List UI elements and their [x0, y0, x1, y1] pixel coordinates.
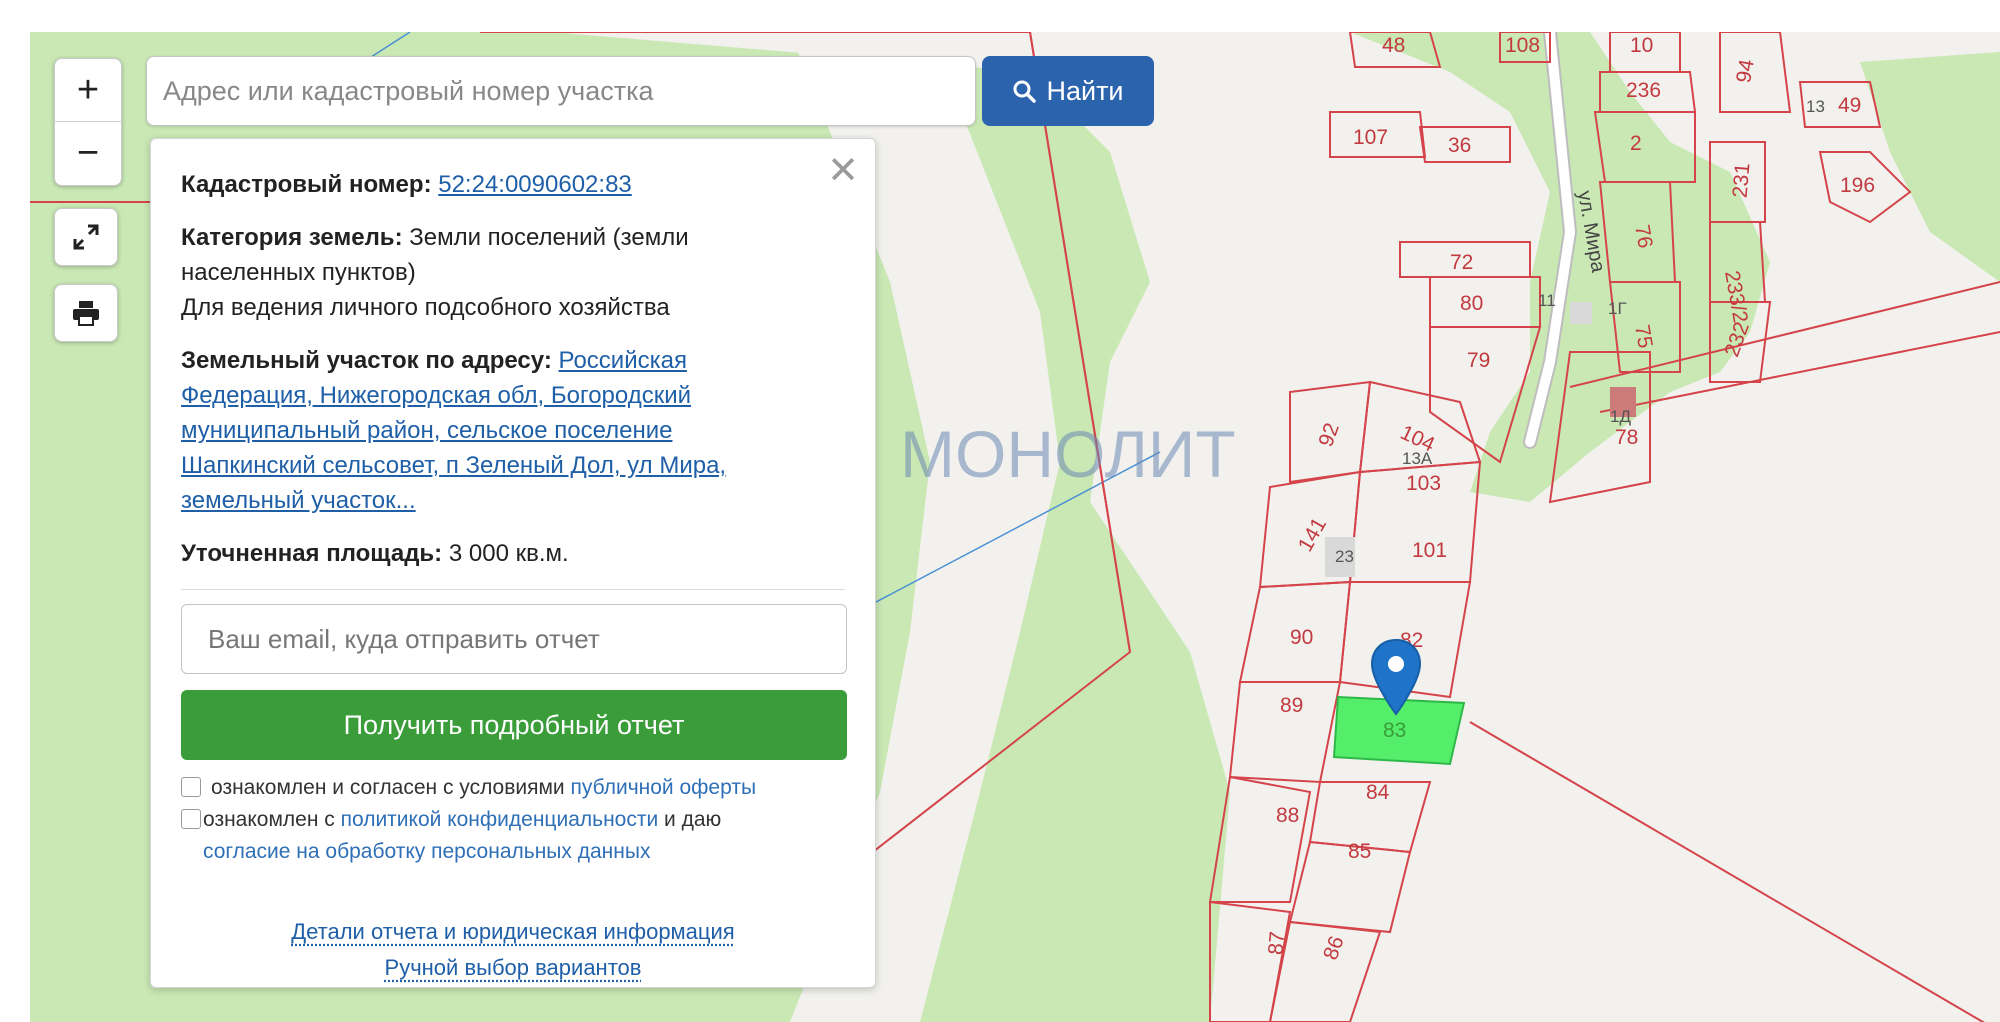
plot-label: 101 [1412, 539, 1447, 562]
privacy-text-2: и даю [664, 808, 722, 831]
plot-label: 89 [1280, 694, 1303, 717]
zoom-out-button[interactable]: − [55, 121, 121, 184]
address-row: Земельный участок по адресу: Российская … [181, 343, 791, 518]
plot-label: 48 [1382, 34, 1405, 57]
privacy-checkbox[interactable] [181, 809, 201, 829]
plot-label: 72 [1450, 251, 1473, 274]
parcel-info-panel: ✕ Кадастровый номер: 52:24:0090602:83 Ка… [150, 138, 876, 988]
close-icon[interactable]: ✕ [827, 151, 859, 191]
plot-label: 1Д [1610, 407, 1631, 426]
area-row: Уточненная площадь: 3 000 кв.м. [181, 536, 845, 571]
plot-label: 10 [1630, 34, 1653, 57]
plot-label: 88 [1276, 804, 1299, 827]
zoom-in-button[interactable]: + [55, 59, 121, 121]
privacy-agreement: ознакомлен с политикой конфиденциальност… [181, 804, 845, 868]
offer-agreement: ознакомлен и согласен с условиями публич… [181, 772, 845, 804]
land-use-value: Для ведения личного подсобного хозяйства [181, 294, 670, 321]
cadastral-number-row: Кадастровый номер: 52:24:0090602:83 [181, 167, 845, 202]
plot-label: 83 [1383, 719, 1406, 742]
plot-label: 236 [1626, 79, 1661, 102]
plot-label: 2 [1630, 132, 1642, 155]
cadastral-number-link[interactable]: 52:24:0090602:83 [438, 171, 632, 198]
plot-label: 108 [1505, 34, 1540, 57]
privacy-text: ознакомлен с [203, 808, 335, 831]
plot-label: 79 [1467, 349, 1490, 372]
plot-label: 84 [1366, 781, 1390, 804]
plot-label: 75 [1630, 323, 1657, 350]
plot-label: 90 [1290, 626, 1313, 649]
area-label: Уточненная площадь: [181, 540, 443, 567]
get-report-button[interactable]: Получить подробный отчет [181, 690, 847, 760]
offer-checkbox[interactable] [181, 777, 201, 797]
search-icon [1013, 80, 1037, 103]
plot-label: 23 [1335, 547, 1354, 566]
plot-label: 80 [1460, 292, 1483, 315]
address-label: Земельный участок по адресу: [181, 347, 552, 374]
plot-label: 49 [1838, 94, 1861, 117]
land-category-label: Категория земель: [181, 224, 403, 251]
plot-label: 107 [1353, 126, 1388, 149]
plot-label: 76 [1630, 223, 1657, 250]
report-details-link[interactable]: Детали отчета и юридическая информация [181, 914, 845, 950]
search-input[interactable] [146, 56, 976, 126]
plot-label: 1Г [1608, 299, 1627, 318]
land-category-row: Категория земель: Земли поселений (земли… [181, 220, 741, 325]
plot-label: 92 [1314, 420, 1344, 450]
expand-icon [73, 224, 99, 250]
plot-label: 36 [1448, 134, 1471, 157]
cadastral-number-label: Кадастровый номер: [181, 171, 432, 198]
manual-selection-link[interactable]: Ручной выбор вариантов [181, 950, 845, 986]
location-marker-icon[interactable] [1370, 638, 1422, 716]
zoom-control: + − [54, 58, 122, 186]
plot-label: 196 [1840, 174, 1875, 197]
privacy-policy-link[interactable]: политикой конфиденциальности [341, 808, 659, 831]
plot-label: 94 [1732, 57, 1759, 84]
plot-label: 78 [1615, 426, 1638, 449]
divider [181, 589, 845, 590]
svg-text:МОНОЛИТ: МОНОЛИТ [900, 417, 1236, 491]
plot-label: 11 [1538, 291, 1556, 310]
email-field[interactable] [181, 604, 847, 674]
printer-icon [73, 301, 99, 326]
plot-label: 231 [1729, 162, 1755, 199]
plot-label: 103 [1406, 472, 1441, 495]
fullscreen-button[interactable] [54, 208, 118, 266]
plot-label: 87 [1264, 931, 1289, 956]
plot-label: 86 [1319, 933, 1349, 963]
search-button[interactable]: Найти [982, 56, 1154, 126]
plot-label: 13А [1402, 449, 1433, 468]
print-button[interactable] [54, 284, 118, 342]
area-value: 3 000 кв.м. [448, 540, 569, 567]
offer-text: ознакомлен и согласен с условиями [211, 776, 565, 799]
public-offer-link[interactable]: публичной оферты [571, 776, 757, 799]
search-button-label: Найти [1046, 75, 1124, 106]
personal-data-consent-link[interactable]: согласие на обработку персональных данны… [203, 840, 650, 863]
footer-links: Детали отчета и юридическая информация Р… [181, 914, 845, 986]
plot-label: 13 [1806, 97, 1825, 116]
plot-label: 85 [1348, 840, 1371, 863]
